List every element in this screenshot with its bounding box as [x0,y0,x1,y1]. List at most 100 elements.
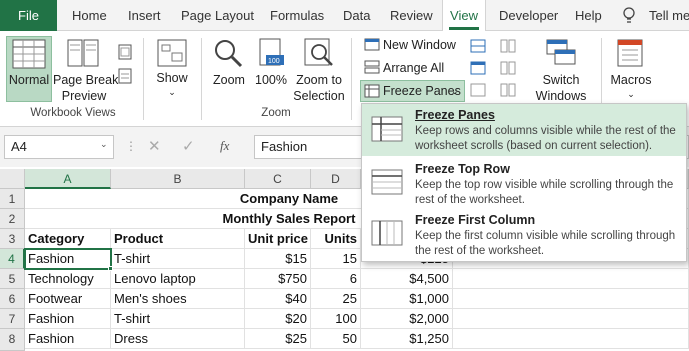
show-icon[interactable] [156,38,188,68]
menu-item-description: Keep rows and columns visible while the … [415,125,676,152]
table-cell[interactable] [453,289,689,309]
table-cell[interactable]: 25 [311,289,361,309]
menu-item-freeze-first-column[interactable]: Freeze First Column Keep the first colum… [362,210,686,262]
tab-file[interactable]: File [0,0,57,31]
table-cell[interactable]: Fashion [25,329,111,349]
header-unit-price[interactable]: Unit price [245,229,311,249]
row-header-3[interactable]: 3 [0,229,25,249]
freeze-panes-icon [371,116,403,142]
menu-item-freeze-top-row[interactable]: Freeze Top Row Keep the top row visible … [362,159,686,211]
header-category[interactable]: Category [25,229,111,249]
name-box[interactable]: A4 [4,135,114,159]
tab-formulas[interactable]: Formulas [270,0,324,31]
switch-windows-icon[interactable] [545,38,577,68]
table-cell[interactable]: $40 [245,289,311,309]
ribbon-divider [351,38,352,120]
reset-window-position-icon[interactable] [500,83,516,97]
normal-view-label: Normal [8,73,50,87]
column-header-d[interactable]: D [311,169,361,189]
row-header-2[interactable]: 2 [0,209,25,229]
table-cell[interactable]: 15 [311,249,361,269]
unhide-window-icon[interactable] [470,83,486,97]
table-cell[interactable] [453,309,689,329]
table-cell[interactable]: 6 [311,269,361,289]
row-header-1[interactable]: 1 [0,189,25,209]
table-cell[interactable]: Footwear [25,289,111,309]
zoom-magnifier-icon[interactable] [213,38,243,68]
insert-function-icon[interactable]: fx [220,138,229,154]
column-header-b[interactable]: B [111,169,245,189]
table-cell[interactable]: Dress [111,329,245,349]
column-header-a[interactable]: A [25,169,111,189]
table-cell[interactable]: Men's shoes [111,289,245,309]
freeze-panes-icon [364,84,380,98]
header-product[interactable]: Product [111,229,245,249]
table-cell[interactable]: T-shirt [111,309,245,329]
page-break-preview-icon[interactable] [66,39,100,69]
switch-windows-label-1: Switch [542,73,580,87]
row-header-7[interactable]: 7 [0,309,25,329]
fill-handle[interactable] [108,266,113,271]
new-window-icon[interactable] [364,37,380,51]
menu-item-freeze-panes[interactable]: Freeze Panes Keep rows and columns visib… [362,104,686,156]
ribbon-tab-bar: File Home Insert Page Layout Formulas Da… [0,0,689,32]
table-cell[interactable]: $750 [245,269,311,289]
svg-text:100: 100 [268,58,280,65]
cancel-icon[interactable]: ✕ [148,137,161,155]
table-cell[interactable]: 50 [311,329,361,349]
row-header-8[interactable]: 8 [0,329,25,351]
table-cell[interactable]: $15 [245,249,311,269]
tell-me-search[interactable]: Tell me [649,0,689,31]
table-cell[interactable] [453,329,689,349]
zoom-to-selection-label-2: Selection [293,89,345,103]
arrange-all-icon[interactable] [364,60,380,74]
table-cell[interactable]: $2,000 [361,309,453,329]
zoom-group-label: Zoom [261,107,291,119]
tab-home[interactable]: Home [72,0,107,31]
enter-check-icon[interactable]: ✓ [182,137,195,155]
hide-window-icon[interactable] [470,61,486,75]
table-cell[interactable]: $1,250 [361,329,453,349]
tab-help[interactable]: Help [575,0,602,31]
tab-review[interactable]: Review [390,0,433,31]
lightbulb-icon[interactable] [622,7,636,25]
chevron-down-icon: ⌄ [627,89,635,99]
synchronous-scrolling-icon[interactable] [500,61,516,75]
macros-icon[interactable] [615,38,647,68]
table-cell[interactable]: $1,000 [361,289,453,309]
table-cell[interactable]: $25 [245,329,311,349]
header-units[interactable]: Units [311,229,361,249]
row-header-4[interactable]: 4 [0,249,25,269]
page-break-preview-label-1: Page Break [53,73,119,87]
freeze-first-column-icon [371,220,403,246]
zoom-100-icon[interactable]: 100 [258,37,286,69]
table-cell[interactable]: Fashion [25,309,111,329]
new-window-button[interactable]: New Window [383,37,456,53]
split-icon[interactable] [470,39,486,53]
page-layout-view-icon[interactable] [118,44,132,60]
custom-views-icon[interactable] [118,68,132,84]
zoom-to-selection-icon[interactable] [303,37,335,69]
row-header-6[interactable]: 6 [0,289,25,309]
tab-data[interactable]: Data [343,0,370,31]
tab-developer[interactable]: Developer [499,0,558,31]
page-break-preview-label-2: Preview [61,89,107,103]
table-cell[interactable]: $20 [245,309,311,329]
table-cell[interactable]: $4,500 [361,269,453,289]
table-cell[interactable]: Technology [25,269,111,289]
arrange-all-button[interactable]: Arrange All [383,60,444,76]
row-header-5[interactable]: 5 [0,269,25,289]
column-header-c[interactable]: C [245,169,311,189]
freeze-panes-label: Freeze Panes [383,84,461,98]
table-cell[interactable] [453,269,689,289]
chevron-down-icon[interactable]: ⌄ [100,139,108,150]
table-cell[interactable]: T-shirt [111,249,245,269]
tab-insert[interactable]: Insert [128,0,161,31]
tab-page-layout[interactable]: Page Layout [181,0,254,31]
select-all-corner[interactable] [0,169,25,189]
table-cell[interactable]: Lenovo laptop [111,269,245,289]
more-options-icon: ⋮ [125,139,137,153]
table-cell[interactable]: 100 [311,309,361,329]
view-side-by-side-icon[interactable] [500,39,516,53]
ribbon-divider [201,38,202,120]
